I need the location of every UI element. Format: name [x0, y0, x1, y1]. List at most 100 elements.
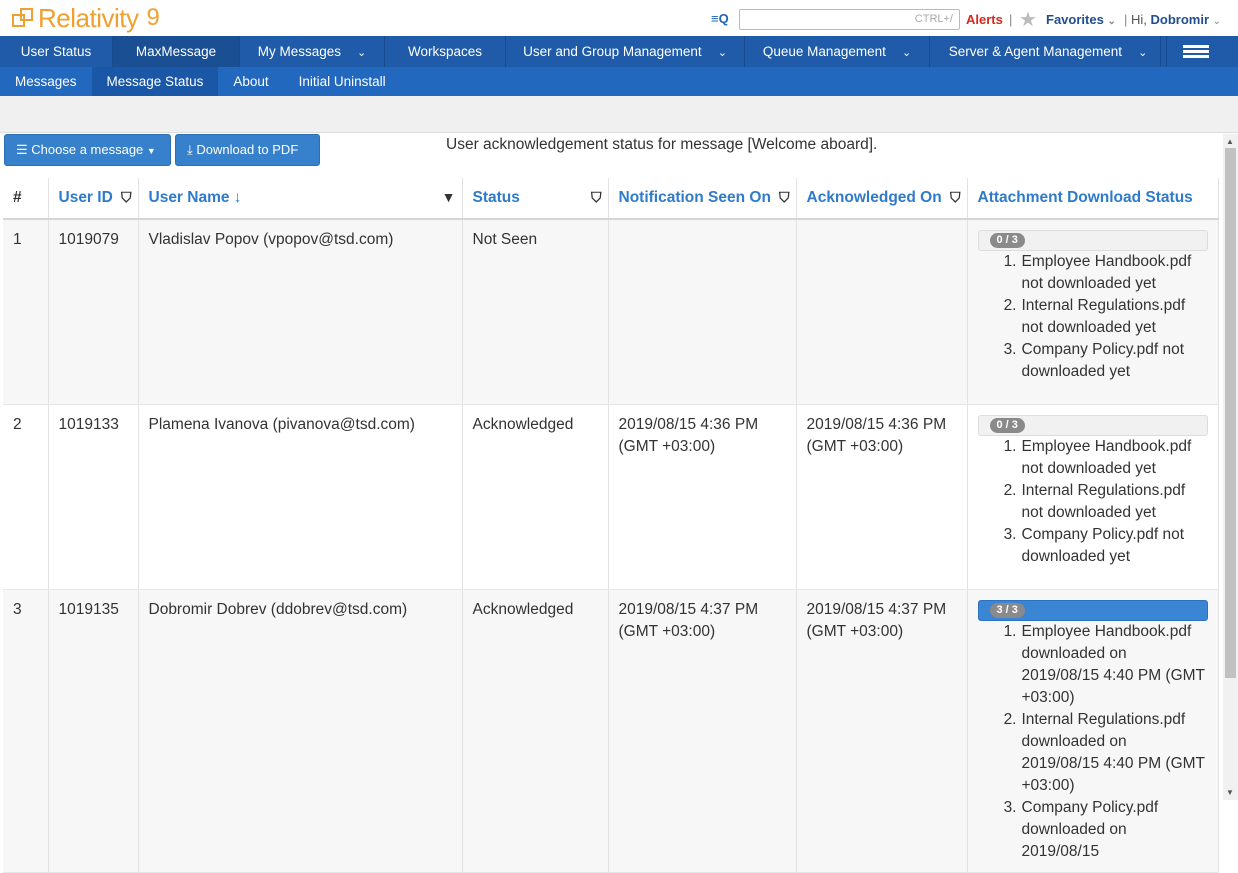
col-header-notification-seen-on[interactable]: Notification Seen On ⛉: [608, 178, 797, 220]
search-input[interactable]: CTRL+/: [739, 9, 960, 30]
list-item: 2. Internal Regulations.pdf downloaded on…: [1003, 710, 1205, 794]
table-row: 3 1019135 Dobromir Dobrev (ddobrev@tsd.c…: [3, 589, 1219, 873]
list-item: 1. Employee Handbook.pdf downloaded on 20…: [1003, 622, 1205, 706]
cell-seen-on: [608, 219, 797, 405]
subtab-messages[interactable]: Messages: [0, 67, 92, 96]
list-item: 1. Employee Handbook.pdf not downloaded y…: [1003, 437, 1192, 477]
favorites-menu[interactable]: Favorites ⌄: [1046, 12, 1116, 27]
progress-badge: 3 / 3: [989, 602, 1025, 618]
choose-message-label: Choose a message: [31, 142, 144, 157]
list-item: 1. Employee Handbook.pdf not downloaded y…: [1003, 253, 1192, 292]
cell-seen-on: 2019/08/15 4:37 PM (GMT +03:00): [608, 589, 797, 873]
user-menu[interactable]: Hi, Dobromir ⌄: [1131, 12, 1221, 27]
chevron-down-icon: ⌄: [901, 47, 912, 59]
tab-label: User and Group Management: [523, 44, 702, 59]
vertical-scrollbar[interactable]: ▲ ▼: [1223, 134, 1238, 800]
download-progress-bar: 0 / 3: [977, 230, 1208, 251]
main-nav: User Status MaxMessage My Messages ⌄ Work…: [0, 36, 1238, 67]
tab-workspaces[interactable]: Workspaces: [385, 36, 506, 67]
tab-queue-management[interactable]: Queue Management ⌄: [745, 36, 930, 67]
tab-label: Server & Agent Management: [948, 44, 1123, 59]
filter-icon[interactable]: ⛉: [591, 189, 602, 206]
subtab-initial-uninstall[interactable]: Initial Uninstall: [284, 67, 401, 96]
table-row: 1 1019079 Vladislav Popov (vpopov@tsd.co…: [3, 219, 1219, 405]
cell-user-id: 1019079: [48, 219, 139, 405]
cell-status: Not Seen: [462, 219, 609, 405]
cell-attachments: 0 / 3 1. Employee Handbook.pdf not downlo…: [967, 404, 1219, 590]
scroll-up-icon[interactable]: ▲: [1226, 137, 1234, 146]
attachment-list: 1. Employee Handbook.pdf not downloaded y…: [978, 436, 1208, 568]
chevron-down-icon: ⌄: [1212, 16, 1222, 27]
status-table: # User ID ⛉ User Name ↓ ▼ Status ⛉ Notifica…: [3, 178, 1219, 873]
col-header-attachment-download-status[interactable]: Attachment Download Status: [967, 178, 1219, 220]
subtab-about[interactable]: About: [218, 67, 283, 96]
scrollbar-thumb[interactable]: [1225, 148, 1236, 678]
greeting: Hi,: [1131, 12, 1147, 27]
progress-badge: 0 / 3: [989, 417, 1025, 433]
cell-ack-on: 2019/08/15 4:37 PM (GMT +03:00): [796, 589, 968, 873]
download-pdf-label: Download to PDF: [196, 142, 299, 157]
download-icon: ⤓: [187, 142, 193, 157]
choose-message-button[interactable]: ☰ Choose a message ▼: [4, 134, 171, 166]
tab-my-messages[interactable]: My Messages ⌄: [240, 36, 385, 67]
user-name: Dobromir: [1150, 12, 1210, 27]
cell-user-name: Plamena Ivanova (pivanova@tsd.com): [138, 404, 463, 590]
content-header-band: [0, 96, 1238, 133]
progress-badge: 0 / 3: [989, 233, 1025, 248]
alerts-link[interactable]: Alerts: [966, 12, 1003, 27]
caret-down-icon: ▼: [146, 146, 156, 156]
col-header-user-id[interactable]: User ID ⛉: [48, 178, 139, 220]
subtab-label: Message Status: [106, 74, 204, 89]
star-icon[interactable]: ★: [1019, 7, 1037, 32]
hamburger-menu-icon[interactable]: [1160, 36, 1230, 67]
cell-status: Acknowledged: [462, 404, 609, 590]
cell-ack-on: [796, 219, 968, 405]
cell-seen-on: 2019/08/15 4:36 PM (GMT +03:00): [608, 404, 797, 590]
filter-icon[interactable]: ▼: [442, 189, 456, 205]
cell-user-name: Dobromir Dobrev (ddobrev@tsd.com): [138, 589, 463, 873]
filter-icon[interactable]: ⛉: [950, 189, 961, 206]
subtab-label: Messages: [15, 74, 77, 89]
list-item: 2. Internal Regulations.pdf not downloade…: [1003, 481, 1186, 521]
search-shortcut-hint: CTRL+/: [914, 13, 953, 25]
cell-attachments: 0 / 3 1. Employee Handbook.pdf not downlo…: [967, 219, 1219, 405]
tab-maxmessage[interactable]: MaxMessage: [113, 36, 240, 67]
filter-icon[interactable]: ⛉: [121, 189, 132, 206]
attachment-list: 1. Employee Handbook.pdf not downloaded y…: [978, 251, 1208, 383]
list-item: 3. Company Policy.pdf downloaded on 2019/…: [1003, 798, 1159, 860]
search-icon[interactable]: ≡Q: [711, 11, 729, 26]
tab-user-status[interactable]: User Status: [0, 36, 113, 67]
download-pdf-button[interactable]: ⤓ Download to PDF: [175, 134, 320, 166]
tab-label: Workspaces: [407, 44, 483, 59]
tab-server-agent-management[interactable]: Server & Agent Management ⌄: [930, 36, 1167, 67]
cell-attachments: 3 / 3 1. Employee Handbook.pdf downloaded…: [967, 589, 1219, 873]
list-icon: ☰: [16, 142, 28, 157]
table-header-row: # User ID ⛉ User Name ↓ ▼ Status ⛉ Notifica…: [3, 178, 1219, 220]
attachment-list: 1. Employee Handbook.pdf downloaded on 20…: [978, 621, 1208, 863]
col-header-user-name[interactable]: User Name ↓ ▼: [138, 178, 463, 220]
cell-number: 3: [3, 589, 49, 873]
divider: |: [1124, 12, 1128, 27]
page-caption: User acknowledgement status for message …: [446, 136, 878, 153]
cell-user-id: 1019135: [48, 589, 139, 873]
scroll-down-icon[interactable]: ▼: [1226, 788, 1234, 797]
tab-label: MaxMessage: [135, 44, 217, 59]
tab-label: User Status: [20, 44, 92, 59]
col-header-status[interactable]: Status ⛉: [462, 178, 609, 220]
top-bar: Relativity 9 ≡Q CTRL+/ Alerts | ★ Favori…: [0, 0, 1238, 36]
col-header-acknowledged-on[interactable]: Acknowledged On ⛉: [796, 178, 968, 220]
list-item: 3. Company Policy.pdf not downloaded yet: [1003, 525, 1185, 565]
chevron-down-icon: ⌄: [1107, 16, 1116, 27]
chevron-down-icon: ⌄: [717, 47, 727, 59]
col-header-number: #: [3, 178, 49, 220]
relativity-logo[interactable]: Relativity 9: [12, 3, 160, 33]
filter-icon[interactable]: ⛉: [779, 189, 790, 206]
cell-status: Acknowledged: [462, 589, 609, 873]
table-row: 2 1019133 Plamena Ivanova (pivanova@tsd.…: [3, 404, 1219, 590]
logo-mark-icon: [12, 7, 34, 29]
list-item: 3. Company Policy.pdf not downloaded yet: [1003, 341, 1185, 380]
favorites-label: Favorites: [1046, 12, 1104, 27]
sub-nav: Messages Message Status About Initial Un…: [0, 67, 1238, 96]
subtab-message-status[interactable]: Message Status: [91, 67, 219, 96]
tab-user-group-management[interactable]: User and Group Management ⌄: [506, 36, 745, 67]
